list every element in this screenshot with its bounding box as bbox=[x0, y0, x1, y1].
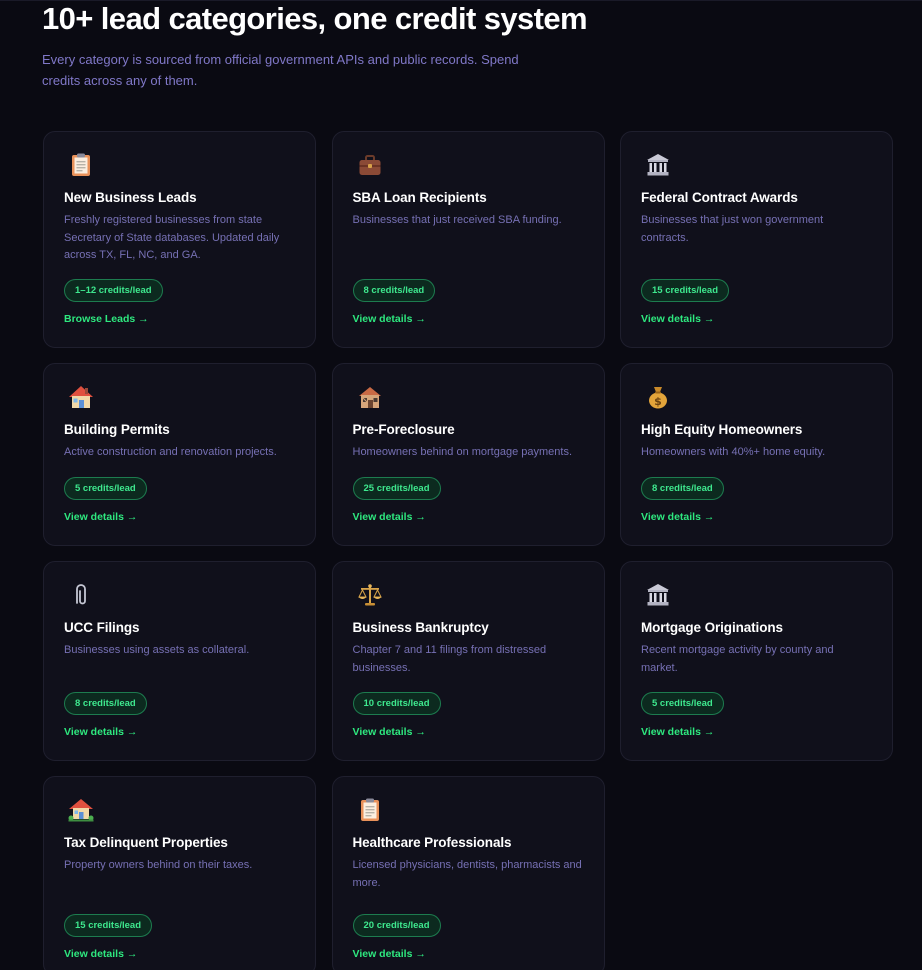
section-subtitle: Every category is sourced from official … bbox=[42, 52, 519, 88]
category-card-pre-foreclosure[interactable]: Pre-Foreclosure Homeowners behind on mor… bbox=[331, 363, 605, 546]
card-title: UCC Filings bbox=[64, 620, 140, 635]
briefcase-icon bbox=[356, 151, 384, 179]
card-description: Businesses that just won government cont… bbox=[641, 214, 824, 244]
card-title: High Equity Homeowners bbox=[641, 422, 803, 437]
clipboard-icon bbox=[67, 151, 95, 179]
card-title: Federal Contract Awards bbox=[641, 190, 798, 205]
view-details-link[interactable]: View details → bbox=[353, 947, 441, 961]
credits-badge: 1–12 credits/lead bbox=[64, 279, 163, 302]
credits-badge: 8 credits/lead bbox=[641, 477, 724, 500]
credits-badge: 5 credits/lead bbox=[641, 692, 724, 715]
view-details-link[interactable]: View details → bbox=[641, 725, 724, 739]
category-card-building-permits[interactable]: Building Permits Active construction and… bbox=[43, 363, 316, 546]
credits-badge: 25 credits/lead bbox=[352, 477, 441, 500]
card-description: Licensed physicians, dentists, pharmacis… bbox=[352, 859, 582, 889]
category-card-new-business[interactable]: New Business Leads Freshly registered bu… bbox=[43, 131, 316, 348]
card-description: Chapter 7 and 11 filings from distressed… bbox=[352, 644, 547, 674]
credits-badge: 20 credits/lead bbox=[352, 914, 441, 937]
bank-icon bbox=[644, 151, 672, 179]
credits-badge: 15 credits/lead bbox=[64, 914, 153, 937]
view-details-link[interactable]: View details → bbox=[353, 510, 441, 524]
card-description: Homeowners behind on mortgage payments. bbox=[352, 446, 573, 458]
credits-badge: 15 credits/lead bbox=[641, 279, 730, 302]
card-description: Active construction and renovation proje… bbox=[64, 446, 277, 458]
credits-badge: 8 credits/lead bbox=[64, 692, 147, 715]
category-card-mortgage-originations[interactable]: Mortgage Originations Recent mortgage ac… bbox=[620, 561, 893, 761]
view-details-link[interactable]: View details → bbox=[641, 510, 724, 524]
view-details-link[interactable]: View details → bbox=[64, 725, 147, 739]
view-details-link[interactable]: View details → bbox=[353, 312, 436, 326]
card-description: Businesses that just received SBA fundin… bbox=[352, 214, 562, 226]
money-bag-icon: $ bbox=[644, 383, 672, 411]
card-title: Building Permits bbox=[64, 422, 170, 437]
category-card-business-bankruptcy[interactable]: Business Bankruptcy Chapter 7 and 11 fil… bbox=[331, 561, 605, 761]
clipboard-icon bbox=[356, 796, 384, 824]
card-description: Recent mortgage activity by county and m… bbox=[641, 644, 834, 674]
card-description: Freshly registered businesses from state… bbox=[64, 214, 280, 261]
view-details-link[interactable]: View details → bbox=[64, 510, 147, 524]
view-details-link[interactable]: View details → bbox=[641, 312, 729, 326]
view-details-link[interactable]: View details → bbox=[353, 725, 441, 739]
card-title: Tax Delinquent Properties bbox=[64, 835, 228, 850]
paperclip-icon bbox=[67, 581, 95, 609]
credits-badge: 8 credits/lead bbox=[352, 279, 436, 302]
card-title: Healthcare Professionals bbox=[352, 835, 512, 850]
card-description: Businesses using assets as collateral. bbox=[64, 644, 250, 656]
browse-leads-link[interactable]: Browse Leads → bbox=[64, 312, 163, 326]
view-details-link[interactable]: View details → bbox=[64, 947, 152, 961]
svg-text:$: $ bbox=[654, 395, 662, 408]
card-title: Business Bankruptcy bbox=[352, 620, 489, 635]
category-card-tax-delinquent[interactable]: Tax Delinquent Properties Property owner… bbox=[43, 776, 316, 970]
derelict-house-icon bbox=[356, 383, 384, 411]
card-title: Mortgage Originations bbox=[641, 620, 783, 635]
category-card-federal-contract[interactable]: Federal Contract Awards Businesses that … bbox=[620, 131, 893, 348]
category-card-ucc-filings[interactable]: UCC Filings Businesses using assets as c… bbox=[43, 561, 316, 761]
credits-badge: 5 credits/lead bbox=[64, 477, 147, 500]
category-card-high-equity[interactable]: $ High Equity Homeowners Homeowners with… bbox=[620, 363, 893, 546]
card-description: Property owners behind on their taxes. bbox=[64, 859, 253, 871]
card-title: New Business Leads bbox=[64, 190, 197, 205]
card-title: SBA Loan Recipients bbox=[352, 190, 487, 205]
house-icon bbox=[67, 383, 95, 411]
category-grid: New Business Leads Freshly registered bu… bbox=[43, 131, 893, 970]
category-card-healthcare[interactable]: Healthcare Professionals Licensed physic… bbox=[331, 776, 605, 970]
category-card-sba-loan[interactable]: SBA Loan Recipients Businesses that just… bbox=[331, 131, 605, 348]
section-title: 10+ lead categories, one credit system bbox=[42, 1, 588, 36]
card-title: Pre-Foreclosure bbox=[352, 422, 455, 437]
scales-icon bbox=[356, 581, 384, 609]
bank-icon bbox=[644, 581, 672, 609]
house-garden-icon bbox=[67, 796, 95, 824]
card-description: Homeowners with 40%+ home equity. bbox=[641, 446, 826, 458]
credits-badge: 10 credits/lead bbox=[352, 692, 441, 715]
